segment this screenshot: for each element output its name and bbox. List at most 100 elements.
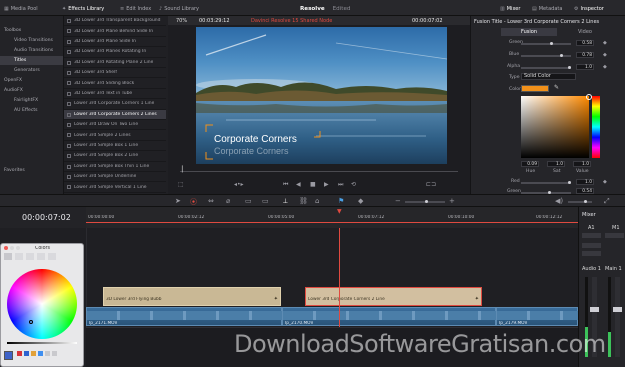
eyedropper-icon[interactable]: ✎ xyxy=(554,84,559,91)
viewer-scrubber[interactable] xyxy=(180,171,458,172)
mixer-button[interactable]: ▥ Mixer xyxy=(500,4,520,13)
blue-slider-knob[interactable] xyxy=(560,54,563,57)
green-slider[interactable] xyxy=(521,42,571,45)
input-selector[interactable] xyxy=(582,233,601,238)
volume-icon[interactable]: ◀) xyxy=(555,197,563,205)
tab-fusion[interactable]: Fusion xyxy=(501,28,557,36)
sidebar-item-audiofx[interactable]: AudioFX xyxy=(4,88,23,93)
stop-icon[interactable]: ■ xyxy=(310,181,316,188)
swatch[interactable] xyxy=(38,351,43,356)
effect-list-item[interactable]: 3D Lower 3rd Plane Behind Slide In xyxy=(64,26,166,37)
effect-list-item[interactable]: Lower 3rd Simple Box 2 Line xyxy=(64,151,166,162)
effect-list-item[interactable]: Lower 3rd Simple Box 1 Line xyxy=(64,141,166,152)
sidebar-item-generators[interactable]: Generators xyxy=(14,68,40,73)
match-frame-icon[interactable]: ◂•▸ xyxy=(234,181,244,188)
sat-value[interactable]: 1.0 xyxy=(547,161,565,167)
crop-icon[interactable]: ⬚ xyxy=(178,181,184,188)
alpha-slider[interactable] xyxy=(521,66,571,69)
selection-tool-icon[interactable]: ➤ xyxy=(175,197,181,205)
red-value[interactable]: 1.0 xyxy=(576,179,594,185)
swatch[interactable] xyxy=(31,351,36,356)
sidebar-item-audio-transitions[interactable]: Audio Transitions xyxy=(14,48,53,53)
title-clip-selected[interactable]: Lower 3rd Corporate Corners 2 Line ✦ xyxy=(305,287,482,306)
main1-fader-knob[interactable] xyxy=(613,307,622,312)
sound-library-button[interactable]: ♪ Sound Library xyxy=(159,4,199,13)
pencils-tab-icon[interactable] xyxy=(48,253,56,260)
eq-slot[interactable] xyxy=(582,251,601,256)
playhead-handle[interactable]: ▼ xyxy=(337,208,342,215)
video-preview[interactable]: Corporate Corners Corporate Corners xyxy=(196,27,447,164)
snapping-icon[interactable]: ⟂ xyxy=(283,197,288,206)
zoom-icon[interactable] xyxy=(16,246,20,250)
effect-list-item[interactable]: 3D Lower 3rd Planes Rotating In xyxy=(64,47,166,58)
blue-value[interactable]: 0.78 xyxy=(576,52,594,58)
output-selector[interactable] xyxy=(605,233,624,238)
edit-index-button[interactable]: ≡ Edit Index xyxy=(120,4,151,13)
effect-list-item[interactable]: 3D Lower 3rd Text in Tube xyxy=(64,89,166,100)
sliders-tab-icon[interactable] xyxy=(15,253,23,260)
blue-slider[interactable] xyxy=(521,54,571,57)
dynamic-trim-icon[interactable]: ⇔ xyxy=(208,197,214,205)
effect-list-item[interactable]: Lower 3rd Simple 2 Lines xyxy=(64,130,166,141)
color-wheel-cursor[interactable] xyxy=(29,320,33,324)
title-clip[interactable]: 3D Lower 3rd Flying Bubb ✦ xyxy=(103,287,281,306)
media-pool-button[interactable]: ▦ Media Pool xyxy=(4,4,38,13)
sidebar-item-toolbox[interactable]: Toolbox xyxy=(4,28,21,33)
in-out-icon[interactable]: ⊏⊐ xyxy=(426,181,436,188)
insert-clip-icon[interactable]: ▭ xyxy=(245,197,252,205)
effect-list-item[interactable]: 3D Lower 3rd Plane Slide In xyxy=(64,37,166,48)
type-dropdown[interactable]: Solid Color xyxy=(521,73,576,80)
video-clip[interactable]: Ip_2171.MOV xyxy=(86,307,283,326)
effects-library-button[interactable]: ✦ Effects Library xyxy=(62,4,104,13)
keyframe-icon[interactable]: ◆ xyxy=(603,40,607,46)
go-to-start-icon[interactable]: ⏮ xyxy=(283,181,288,189)
palettes-tab-icon[interactable] xyxy=(26,253,34,260)
trim-tool-icon[interactable]: ⦿ xyxy=(190,197,197,207)
swatch[interactable] xyxy=(45,351,50,356)
val-value[interactable]: 1.0 xyxy=(573,161,591,167)
keyframe-icon[interactable]: ◆ xyxy=(603,52,607,58)
green-slider-knob[interactable] xyxy=(550,42,553,45)
alpha-slider-knob[interactable] xyxy=(568,66,571,69)
sidebar-item-openfx[interactable]: OpenFX xyxy=(4,78,22,83)
flag-icon[interactable]: ⚑ xyxy=(338,197,344,205)
sidebar-item-video-transitions[interactable]: Video Transitions xyxy=(14,38,53,43)
effect-list-item[interactable]: Lower 3rd Simple Vertical 1 Line xyxy=(64,182,166,193)
keyframe-icon[interactable]: ◆ xyxy=(603,179,607,185)
effect-list-item[interactable]: Lower 3rd Simple Underline xyxy=(64,172,166,183)
green-value[interactable]: 0.58 xyxy=(576,40,594,46)
effect-list-item[interactable]: Lower 3rd Draw On Two Line xyxy=(64,120,166,131)
overwrite-clip-icon[interactable]: ▭ xyxy=(262,197,269,205)
playhead-marker-icon[interactable]: ▏ xyxy=(182,166,187,173)
keyframe-icon[interactable]: ◆ xyxy=(603,64,607,70)
color-swatch[interactable] xyxy=(521,85,549,92)
video-clip[interactable]: Ip_2179.MOV xyxy=(496,307,579,326)
video-clip[interactable]: Ip_2170.MOV xyxy=(282,307,497,326)
effect-list-item[interactable]: Lower 3rd Corporate Corners 2 Lines xyxy=(64,109,166,120)
zoom-out-icon[interactable]: − xyxy=(395,197,401,205)
effect-list-item[interactable]: 3D Lower 3rd Transparent Background xyxy=(64,16,166,27)
lock-icon[interactable]: ⌂ xyxy=(315,197,319,205)
effect-list-item[interactable]: 3D Lower 3rd Rotating Plane 2 Line xyxy=(64,58,166,68)
step-back-icon[interactable]: ◀ xyxy=(296,181,301,188)
volume-slider-knob[interactable] xyxy=(584,200,587,203)
swatch[interactable] xyxy=(24,351,29,356)
go-to-end-icon[interactable]: ⏭ xyxy=(338,181,343,189)
sidebar-item-fairlightfx[interactable]: FairlightFX xyxy=(14,98,38,103)
loop-icon[interactable]: ⟲ xyxy=(351,181,356,188)
zoom-level[interactable]: 70% xyxy=(176,18,187,24)
sidebar-item-au-effects[interactable]: AU Effects xyxy=(14,108,38,113)
fullscreen-icon[interactable]: ⤢ xyxy=(604,197,610,206)
effect-list-item[interactable]: 3D Lower 3rd Sliding Block xyxy=(64,78,166,89)
red-slider-knob[interactable] xyxy=(568,181,571,184)
hue-value[interactable]: 0.09 xyxy=(521,161,539,167)
color-picker-field[interactable] xyxy=(521,96,589,158)
close-icon[interactable] xyxy=(4,246,8,250)
timeline-zoom-slider[interactable] xyxy=(405,200,445,203)
swatch[interactable] xyxy=(17,351,22,356)
swatch[interactable] xyxy=(52,351,57,356)
minimize-icon[interactable] xyxy=(10,246,14,250)
sidebar-item-titles[interactable]: Titles xyxy=(0,56,63,65)
favorites-label[interactable]: Favorites xyxy=(4,168,25,173)
effect-list-item[interactable]: Lower 3rd Corporate Corners 1 Line xyxy=(64,99,166,110)
